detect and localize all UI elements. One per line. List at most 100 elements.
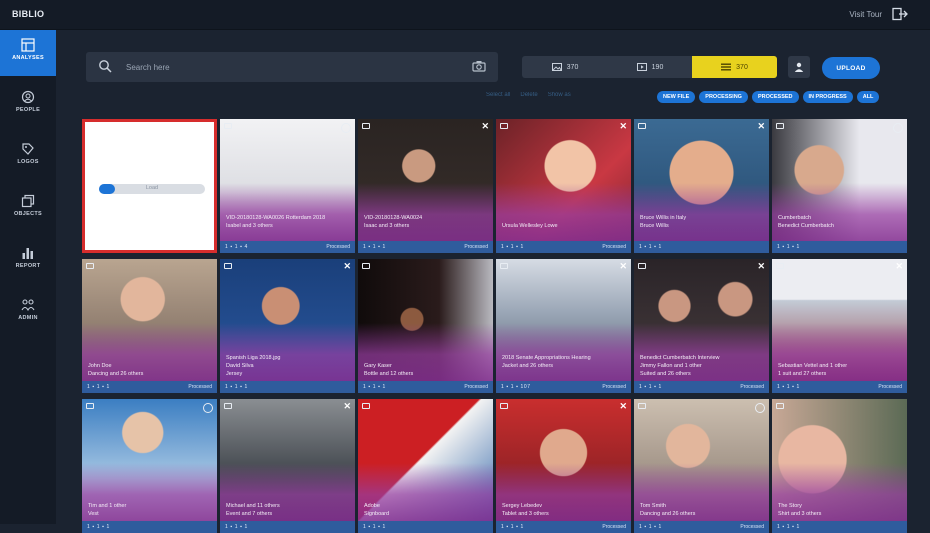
card-people: The Story xyxy=(778,503,802,509)
media-card[interactable]: Gary Kaser Bottle and 12 others 1 ▪ 1 ▪ 1 P… xyxy=(358,259,493,393)
media-card[interactable]: ✕ Bruce Willis in Italy Bruce Willis 1 ▪ 1 … xyxy=(634,119,769,253)
card-stats: 1 ▪ 1 ▪ 1 xyxy=(777,524,800,530)
card-people: Jacket and 26 others xyxy=(502,363,554,369)
media-card[interactable]: ✕ Sebastian Vettel and 1 other 1 suit and … xyxy=(772,259,907,393)
filter-in-progress[interactable]: IN PROGRESS xyxy=(802,91,853,103)
card-footer: 1 ▪ 1 ▪ 1 Processed xyxy=(496,241,631,253)
filter-all[interactable]: ALL xyxy=(856,91,880,103)
status-circle-icon[interactable] xyxy=(203,403,213,413)
close-icon[interactable]: ✕ xyxy=(757,262,765,271)
sidebar-label: ADMIN xyxy=(18,315,38,321)
card-stats: 1 ▪ 1 ▪ 1 xyxy=(639,384,662,390)
filter-processing[interactable]: PROCESSING xyxy=(699,91,748,103)
close-icon[interactable]: ✕ xyxy=(619,122,627,131)
sidebar-item-people[interactable]: PEOPLE xyxy=(0,82,56,128)
close-icon[interactable]: ✕ xyxy=(895,262,903,271)
status-circle-icon[interactable] xyxy=(893,123,903,133)
search-icon[interactable] xyxy=(98,59,112,73)
select-all-action[interactable]: Select all xyxy=(486,92,510,102)
select-checkbox[interactable] xyxy=(362,263,370,269)
select-checkbox[interactable] xyxy=(638,263,646,269)
card-stats: 1 ▪ 1 ▪ 1 xyxy=(363,384,386,390)
delete-action[interactable]: Delete xyxy=(520,92,537,102)
video-count-toggle[interactable]: 190 xyxy=(608,56,692,78)
select-checkbox[interactable] xyxy=(638,123,646,129)
select-checkbox[interactable] xyxy=(224,263,232,269)
visit-tour-link[interactable]: Visit Tour xyxy=(849,10,882,19)
card-stats: 1 ▪ 1 ▪ 1 xyxy=(777,244,800,250)
media-card[interactable]: ✕ Michael and 11 others Event and 7 others… xyxy=(220,399,355,533)
sidebar-item-report[interactable]: REPORT xyxy=(0,238,56,284)
close-icon[interactable]: ✕ xyxy=(343,402,351,411)
media-card[interactable]: VID-20180128-WA0026 Rotterdam 2018 Isabel… xyxy=(220,119,355,253)
card-title: VID-20180128-WA0026 Rotterdam 2018 xyxy=(226,215,326,221)
card-stats: 1 ▪ 1 ▪ 1 xyxy=(225,524,248,530)
sidebar-label: ANALYSES xyxy=(12,55,44,61)
sidebar-item-analyses[interactable]: ANALYSES xyxy=(0,30,56,76)
logout-icon[interactable] xyxy=(892,7,908,21)
search-input[interactable] xyxy=(126,60,426,74)
media-card[interactable]: ✕ 2018 Senate Appropriations Hearing Jacke… xyxy=(496,259,631,393)
select-checkbox[interactable] xyxy=(776,263,784,269)
media-card[interactable]: ✕ VID-20180128-WA0024 Isaac and 3 others 1 … xyxy=(358,119,493,253)
list-count-toggle[interactable]: 370 xyxy=(692,56,777,78)
close-icon[interactable]: ✕ xyxy=(481,122,489,131)
card-footer: 1 ▪ 1 ▪ 1 Processed xyxy=(358,381,493,393)
show-as-action[interactable]: Show as xyxy=(548,92,571,102)
image-count-toggle[interactable]: 370 xyxy=(522,56,608,78)
media-card[interactable]: Adobe Signboard 1 ▪ 1 ▪ 1 xyxy=(358,399,493,533)
select-checkbox[interactable] xyxy=(638,403,646,409)
filter-processed[interactable]: PROCESSED xyxy=(751,91,799,103)
filter-new-file[interactable]: NEW FILE xyxy=(657,91,696,103)
select-checkbox[interactable] xyxy=(500,263,508,269)
close-icon[interactable]: ✕ xyxy=(619,262,627,271)
sidebar-label: OBJECTS xyxy=(13,211,43,217)
close-icon[interactable]: ✕ xyxy=(757,122,765,131)
select-checkbox[interactable] xyxy=(776,403,784,409)
media-type-counters: 370 190 370 xyxy=(522,56,777,78)
media-card[interactable]: Tom Smith Dancing and 26 others 1 ▪ 1 ▪ 1 P… xyxy=(634,399,769,533)
card-people: Sergey Lebedev xyxy=(502,503,543,509)
media-card[interactable]: Cumberbatch Benedict Cumberbatch 1 ▪ 1 ▪ 1 xyxy=(772,119,907,253)
list-icon xyxy=(721,63,732,71)
select-checkbox[interactable] xyxy=(500,123,508,129)
select-checkbox[interactable] xyxy=(500,403,508,409)
media-card[interactable]: ✕ Ursula Wellesley Lowe 1 ▪ 1 ▪ 1 Processed xyxy=(496,119,631,253)
media-card[interactable]: The Story Shirt and 3 others 1 ▪ 1 ▪ 1 xyxy=(772,399,907,533)
processing-card[interactable]: Load xyxy=(82,119,217,253)
select-checkbox[interactable] xyxy=(776,123,784,129)
media-card[interactable]: ✕ Benedict Cumberbatch Interview Jimmy Fal… xyxy=(634,259,769,393)
select-checkbox[interactable] xyxy=(362,123,370,129)
card-people: John Doe xyxy=(88,363,112,369)
sidebar-item-logos[interactable]: LOGOS xyxy=(0,134,56,180)
close-icon[interactable]: ✕ xyxy=(619,402,627,411)
sidebar-item-objects[interactable]: OBJECTS xyxy=(0,186,56,232)
app-brand[interactable]: BIBLIO xyxy=(12,9,44,19)
select-checkbox[interactable] xyxy=(224,123,232,129)
upload-button[interactable]: UPLOAD xyxy=(822,57,880,79)
media-card[interactable]: Tim and 1 other Vest 1 ▪ 1 ▪ 1 xyxy=(82,399,217,533)
card-people: Michael and 11 others xyxy=(226,503,280,509)
close-icon[interactable]: ✕ xyxy=(343,262,351,271)
card-status: Processed xyxy=(602,524,626,530)
media-card[interactable]: John Doe Dancing and 26 others 1 ▪ 1 ▪ 1 Pr… xyxy=(82,259,217,393)
user-filter-button[interactable] xyxy=(788,56,810,78)
media-card[interactable]: ✕ Sergey Lebedev Tablet and 3 others 1 ▪ 1 … xyxy=(496,399,631,533)
media-card[interactable]: ✕ Spanish Liga 2018.jpg David Silva Jersey 1… xyxy=(220,259,355,393)
admin-icon xyxy=(21,299,35,312)
card-people: Gary Kaser xyxy=(364,363,392,369)
card-tags: Event and 7 others xyxy=(226,511,273,517)
select-checkbox[interactable] xyxy=(224,403,232,409)
camera-search-icon[interactable] xyxy=(472,60,486,72)
card-title: Benedict Cumberbatch Interview xyxy=(640,355,720,361)
card-status: Processed xyxy=(740,524,764,530)
card-stats: 1 ▪ 1 ▪ 1 xyxy=(639,524,662,530)
select-checkbox[interactable] xyxy=(86,403,94,409)
select-checkbox[interactable] xyxy=(362,403,370,409)
sidebar-item-admin[interactable]: ADMIN xyxy=(0,290,56,336)
card-footer: 1 ▪ 1 ▪ 1 xyxy=(82,521,217,533)
status-circle-icon[interactable] xyxy=(341,123,351,133)
status-circle-icon[interactable] xyxy=(755,403,765,413)
select-checkbox[interactable] xyxy=(86,263,94,269)
card-stats: 1 ▪ 1 ▪ 1 xyxy=(639,244,662,250)
